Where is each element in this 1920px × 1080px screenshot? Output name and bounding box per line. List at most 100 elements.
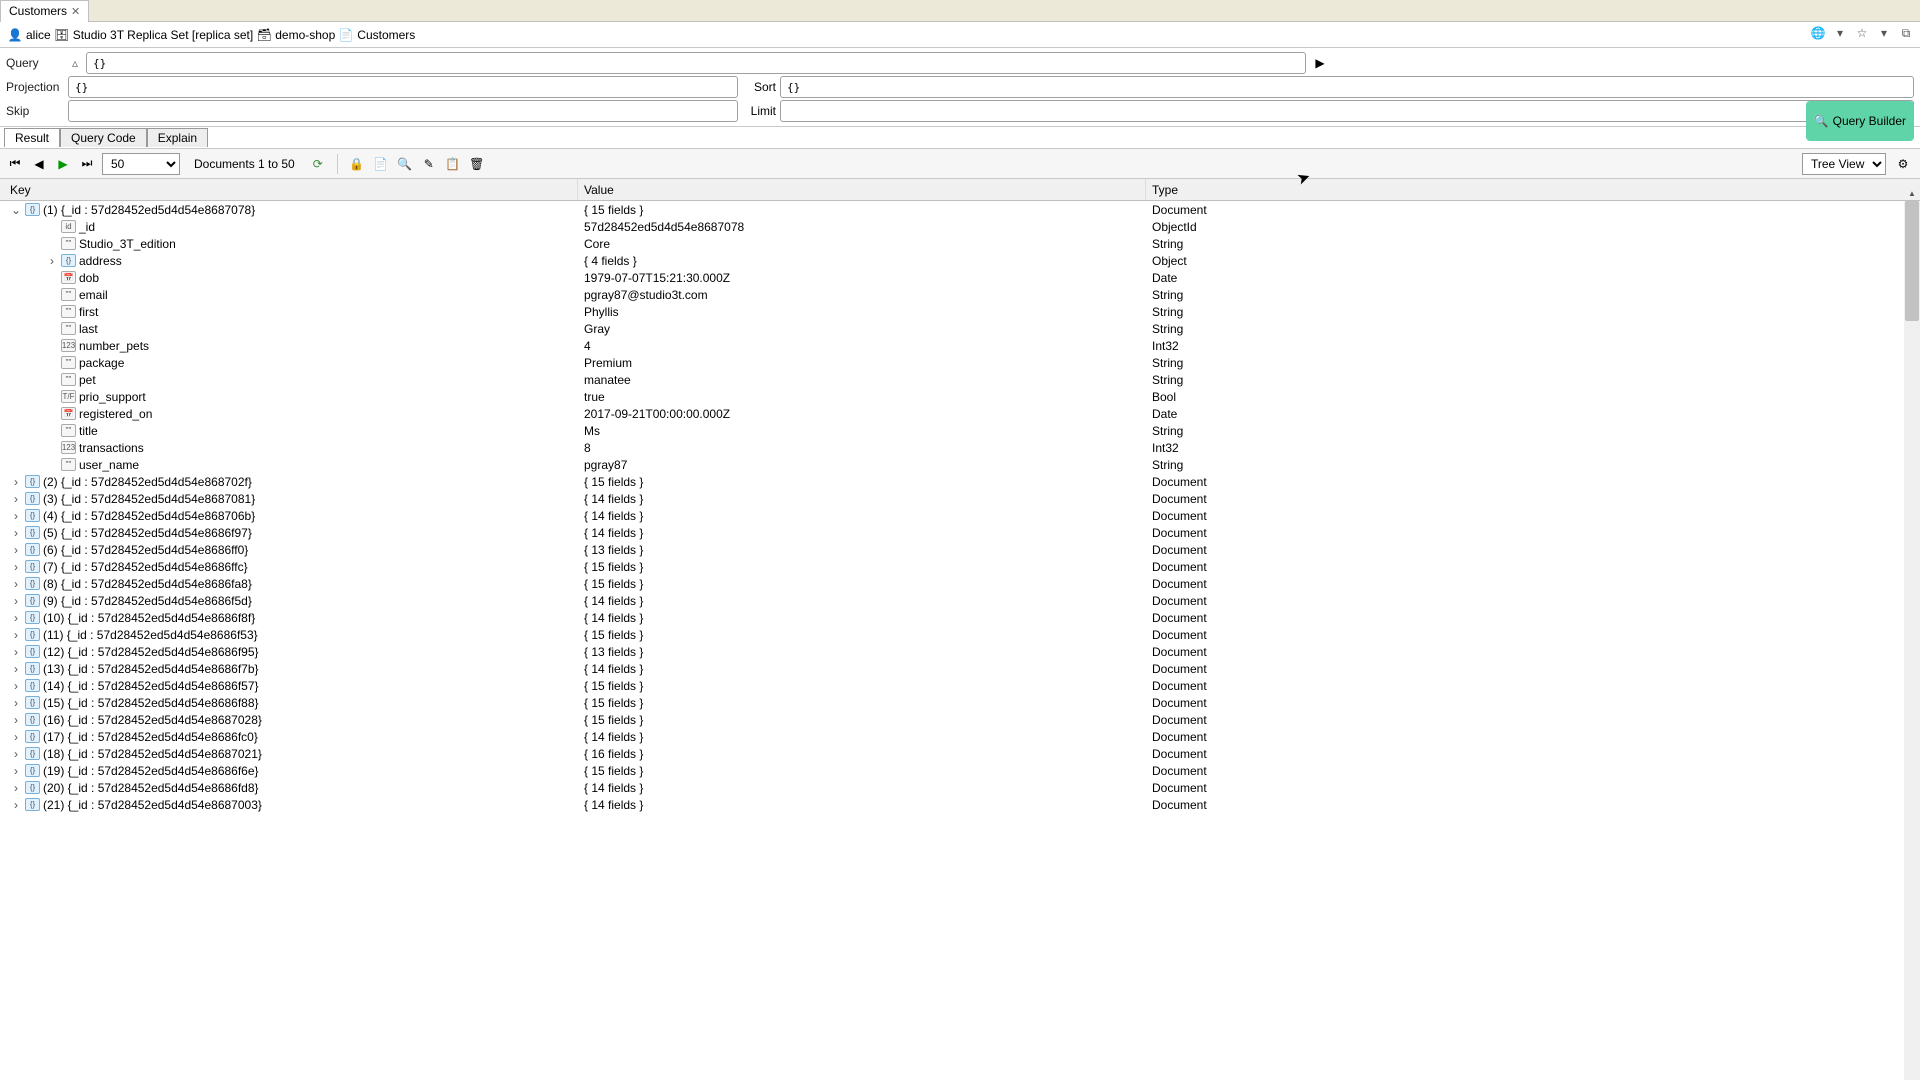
table-row[interactable]: ›{}(21) {_id : 57d28452ed5d4d54e8687003}… [0, 796, 1920, 813]
copy-doc-icon[interactable]: 📋 [444, 155, 462, 173]
query-input[interactable] [86, 52, 1306, 74]
tab-explain[interactable]: Explain [147, 128, 208, 147]
next-page-button[interactable]: ▶ [54, 155, 72, 173]
chevron-right-icon[interactable]: › [10, 612, 22, 624]
table-row[interactable]: ""petmanateeString [0, 371, 1920, 388]
query-builder-button[interactable]: 🔍 Query Builder [1806, 101, 1914, 141]
globe-icon[interactable]: 🌐 [1810, 25, 1826, 41]
dropdown-icon[interactable]: ▾ [1832, 25, 1848, 41]
table-row[interactable]: ""emailpgray87@studio3t.comString [0, 286, 1920, 303]
dropdown-icon[interactable]: ▾ [1876, 25, 1892, 41]
gear-icon[interactable]: ⚙ [1894, 155, 1912, 173]
table-row[interactable]: ›{}(5) {_id : 57d28452ed5d4d54e8686f97}{… [0, 524, 1920, 541]
add-doc-icon[interactable]: 📄 [372, 155, 390, 173]
star-icon[interactable]: ☆ [1854, 25, 1870, 41]
close-icon[interactable]: ✕ [71, 5, 80, 18]
chevron-right-icon[interactable]: › [10, 799, 22, 811]
popout-icon[interactable]: ⧉ [1898, 25, 1914, 41]
chevron-right-icon[interactable]: › [10, 561, 22, 573]
scrollbar[interactable]: ▲ [1904, 201, 1920, 1080]
chevron-right-icon[interactable]: › [10, 765, 22, 777]
table-row[interactable]: ›{}(13) {_id : 57d28452ed5d4d54e8686f7b}… [0, 660, 1920, 677]
delete-doc-icon[interactable]: 🗑 [468, 155, 486, 173]
table-row[interactable]: ›{}(20) {_id : 57d28452ed5d4d54e8686fd8}… [0, 779, 1920, 796]
table-row[interactable]: ›{}(11) {_id : 57d28452ed5d4d54e8686f53}… [0, 626, 1920, 643]
first-page-button[interactable]: ⏮ [6, 155, 24, 173]
breadcrumb-user[interactable]: alice [26, 28, 51, 42]
chevron-right-icon[interactable]: › [10, 629, 22, 641]
chevron-right-icon[interactable]: › [10, 680, 22, 692]
lock-icon[interactable]: 🔒 [348, 155, 366, 173]
tab-customers[interactable]: Customers ✕ [0, 0, 89, 22]
table-row[interactable]: ›{}(7) {_id : 57d28452ed5d4d54e8686ffc}{… [0, 558, 1920, 575]
table-row[interactable]: ›{}(2) {_id : 57d28452ed5d4d54e868702f}{… [0, 473, 1920, 490]
table-row[interactable]: ›{}(8) {_id : 57d28452ed5d4d54e8686fa8}{… [0, 575, 1920, 592]
table-row[interactable]: 📅dob1979-07-07T15:21:30.000ZDate [0, 269, 1920, 286]
column-header-key[interactable]: Key [0, 179, 578, 200]
refresh-button[interactable]: ⟳ [309, 155, 327, 173]
page-size-select[interactable]: 50 [102, 153, 180, 175]
chevron-right-icon[interactable]: › [10, 731, 22, 743]
chevron-right-icon[interactable]: › [10, 646, 22, 658]
table-row[interactable]: ""Studio_3T_editionCoreString [0, 235, 1920, 252]
table-row[interactable]: ""lastGrayString [0, 320, 1920, 337]
table-row[interactable]: ›{}(9) {_id : 57d28452ed5d4d54e8686f5d}{… [0, 592, 1920, 609]
chevron-right-icon[interactable]: › [10, 714, 22, 726]
scroll-up-icon[interactable]: ▲ [1904, 185, 1920, 201]
table-row[interactable]: ""user_namepgray87String [0, 456, 1920, 473]
run-button[interactable]: ▶ [1310, 53, 1330, 73]
table-row[interactable]: ›{}(19) {_id : 57d28452ed5d4d54e8686f6e}… [0, 762, 1920, 779]
skip-input[interactable] [68, 100, 738, 122]
chevron-right-icon[interactable]: › [10, 493, 22, 505]
table-row[interactable]: ›{}(16) {_id : 57d28452ed5d4d54e8687028}… [0, 711, 1920, 728]
table-row[interactable]: ›{}(6) {_id : 57d28452ed5d4d54e8686ff0}{… [0, 541, 1920, 558]
table-row[interactable]: ›{}(12) {_id : 57d28452ed5d4d54e8686f95}… [0, 643, 1920, 660]
column-header-value[interactable]: Value [578, 179, 1146, 200]
sort-input[interactable] [780, 76, 1914, 98]
table-row[interactable]: ⌄{}(1) {_id : 57d28452ed5d4d54e8687078}{… [0, 201, 1920, 218]
breadcrumb-collection[interactable]: Customers [357, 28, 415, 42]
scrollbar-thumb[interactable] [1905, 201, 1919, 321]
projection-input[interactable] [68, 76, 738, 98]
collapse-icon[interactable]: ▵ [68, 56, 82, 70]
table-row[interactable]: T/Fprio_supporttrueBool [0, 388, 1920, 405]
view-mode-select[interactable]: Tree View [1802, 153, 1886, 175]
chevron-right-icon[interactable]: › [10, 663, 22, 675]
table-row[interactable]: ""packagePremiumString [0, 354, 1920, 371]
chevron-right-icon[interactable]: › [10, 697, 22, 709]
table-row[interactable]: ›{}(10) {_id : 57d28452ed5d4d54e8686f8f}… [0, 609, 1920, 626]
prev-page-button[interactable]: ◀ [30, 155, 48, 173]
edit-doc-icon[interactable]: ✎ [420, 155, 438, 173]
table-row[interactable]: ›{}(4) {_id : 57d28452ed5d4d54e868706b}{… [0, 507, 1920, 524]
table-row[interactable]: 123transactions8Int32 [0, 439, 1920, 456]
tab-query-code[interactable]: Query Code [60, 128, 147, 147]
chevron-right-icon[interactable]: › [10, 527, 22, 539]
chevron-right-icon[interactable]: › [10, 510, 22, 522]
chevron-down-icon[interactable]: ⌄ [10, 204, 22, 216]
limit-input[interactable] [780, 100, 1914, 122]
table-row[interactable]: 123number_pets4Int32 [0, 337, 1920, 354]
column-header-type[interactable]: Type [1146, 179, 1920, 200]
table-row[interactable]: id_id57d28452ed5d4d54e8687078ObjectId [0, 218, 1920, 235]
chevron-right-icon[interactable]: › [10, 782, 22, 794]
table-row[interactable]: ""titleMsString [0, 422, 1920, 439]
table-row[interactable]: ›{}(15) {_id : 57d28452ed5d4d54e8686f88}… [0, 694, 1920, 711]
breadcrumb-database[interactable]: demo-shop [275, 28, 335, 42]
chevron-right-icon[interactable]: › [10, 748, 22, 760]
chevron-right-icon[interactable]: › [10, 578, 22, 590]
table-row[interactable]: ›{}(17) {_id : 57d28452ed5d4d54e8686fc0}… [0, 728, 1920, 745]
last-page-button[interactable]: ⏭ [78, 155, 96, 173]
chevron-right-icon[interactable]: › [10, 544, 22, 556]
table-row[interactable]: ›{}(14) {_id : 57d28452ed5d4d54e8686f57}… [0, 677, 1920, 694]
breadcrumb-connection[interactable]: Studio 3T Replica Set [replica set] [73, 28, 254, 42]
chevron-right-icon[interactable]: › [10, 595, 22, 607]
table-row[interactable]: ›{}(18) {_id : 57d28452ed5d4d54e8687021}… [0, 745, 1920, 762]
table-row[interactable]: ""firstPhyllisString [0, 303, 1920, 320]
table-row[interactable]: ›{}(3) {_id : 57d28452ed5d4d54e8687081}{… [0, 490, 1920, 507]
view-doc-icon[interactable]: 🔍 [396, 155, 414, 173]
tab-result[interactable]: Result [4, 128, 60, 147]
table-row[interactable]: 📅registered_on2017-09-21T00:00:00.000ZDa… [0, 405, 1920, 422]
chevron-right-icon[interactable]: › [10, 476, 22, 488]
chevron-right-icon[interactable]: › [46, 255, 58, 267]
table-row[interactable]: ›{}address{ 4 fields }Object [0, 252, 1920, 269]
